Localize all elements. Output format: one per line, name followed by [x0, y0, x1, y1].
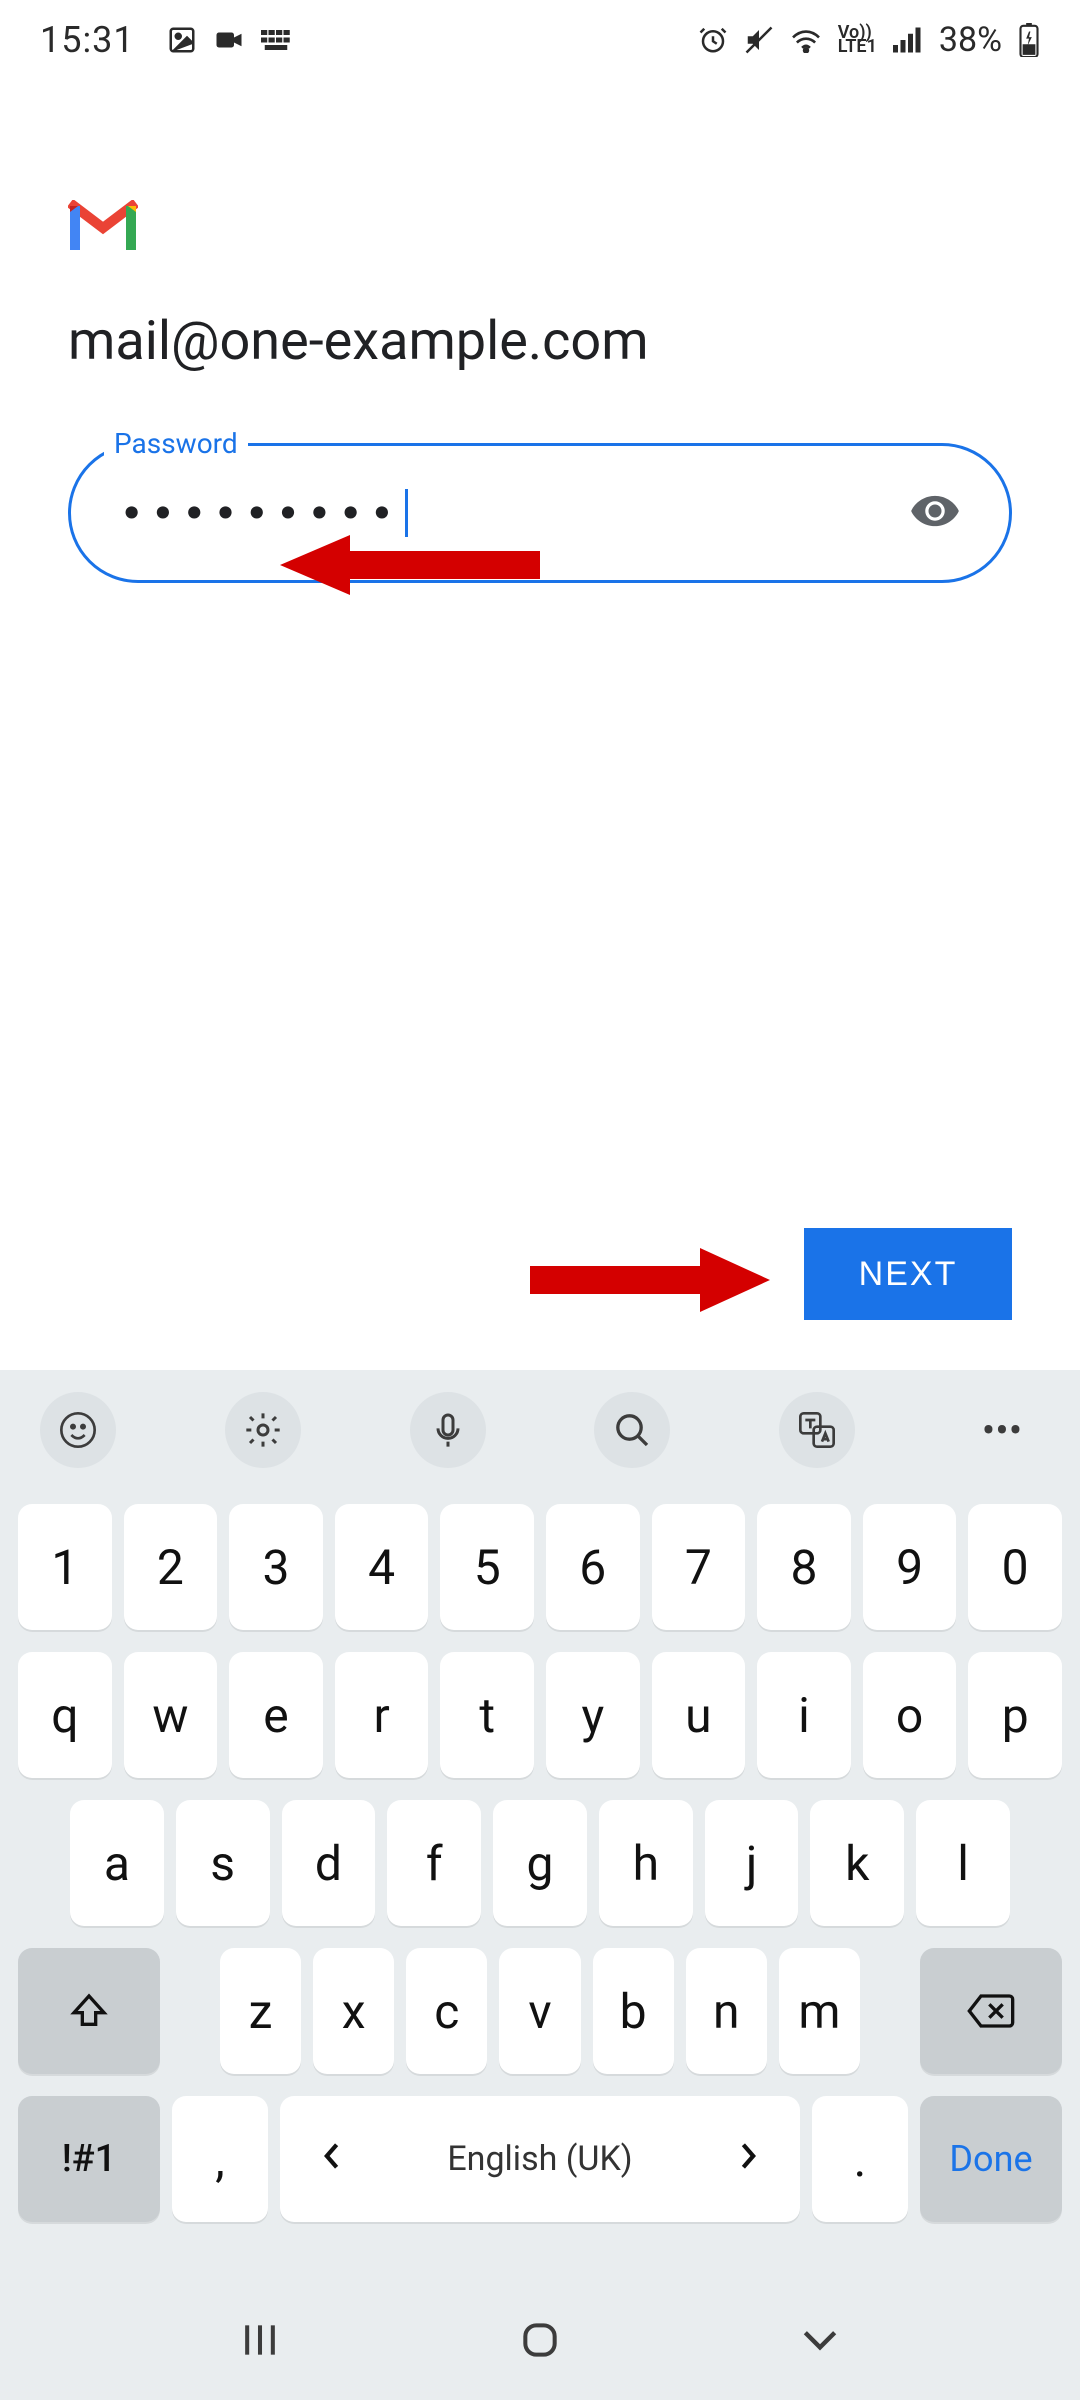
- key-2[interactable]: 2: [124, 1504, 218, 1630]
- emoji-icon[interactable]: [40, 1392, 116, 1468]
- account-email: mail@one-example.com: [68, 310, 1012, 373]
- space-language-label: English (UK): [447, 2139, 632, 2179]
- annotation-arrow-icon: [280, 530, 540, 604]
- search-icon[interactable]: [594, 1392, 670, 1468]
- keyboard-row-1: 1 2 3 4 5 6 7 8 9 0: [18, 1504, 1062, 1630]
- password-input[interactable]: •••••••••: [68, 443, 1012, 583]
- gear-icon[interactable]: [225, 1392, 301, 1468]
- key-n[interactable]: n: [686, 1948, 767, 2074]
- mute-icon: [744, 25, 774, 55]
- key-period[interactable]: .: [812, 2096, 908, 2222]
- keyboard-indicator-icon: [261, 28, 291, 52]
- key-g[interactable]: g: [493, 1800, 587, 1926]
- nav-recents-icon[interactable]: [220, 2310, 300, 2370]
- key-space[interactable]: English (UK): [280, 2096, 800, 2222]
- key-backspace[interactable]: [920, 1948, 1062, 2074]
- password-label: Password: [104, 427, 248, 460]
- key-y[interactable]: y: [546, 1652, 640, 1778]
- keyboard-row-3: a s d f g h j k l: [18, 1800, 1062, 1926]
- mic-icon[interactable]: [410, 1392, 486, 1468]
- key-done[interactable]: Done: [920, 2096, 1062, 2222]
- key-3[interactable]: 3: [229, 1504, 323, 1630]
- key-5[interactable]: 5: [440, 1504, 534, 1630]
- key-w[interactable]: w: [124, 1652, 218, 1778]
- key-1[interactable]: 1: [18, 1504, 112, 1630]
- key-i[interactable]: i: [757, 1652, 851, 1778]
- nav-bar: [0, 2280, 1080, 2400]
- keyboard-row-4: z x c v b n m: [18, 1948, 1062, 2074]
- nav-home-icon[interactable]: [500, 2310, 580, 2370]
- key-a[interactable]: a: [70, 1800, 164, 1926]
- status-bar: 15:31 Vo))LTE1 38%: [0, 0, 1080, 80]
- keyboard-row-2: q w e r t y u i o p: [18, 1652, 1062, 1778]
- key-k[interactable]: k: [810, 1800, 904, 1926]
- key-b[interactable]: b: [593, 1948, 674, 2074]
- key-9[interactable]: 9: [863, 1504, 957, 1630]
- key-4[interactable]: 4: [335, 1504, 429, 1630]
- more-icon[interactable]: •••: [964, 1392, 1040, 1468]
- wifi-icon: [790, 27, 822, 53]
- key-l[interactable]: l: [916, 1800, 1010, 1926]
- key-m[interactable]: m: [779, 1948, 860, 2074]
- nav-back-icon[interactable]: [780, 2310, 860, 2370]
- video-icon: [213, 25, 245, 55]
- key-8[interactable]: 8: [757, 1504, 851, 1630]
- key-0[interactable]: 0: [968, 1504, 1062, 1630]
- key-shift[interactable]: [18, 1948, 160, 2074]
- key-v[interactable]: v: [499, 1948, 580, 2074]
- key-z[interactable]: z: [220, 1948, 301, 2074]
- key-comma[interactable]: ,: [172, 2096, 268, 2222]
- keyboard-toolbar: •••: [0, 1370, 1080, 1490]
- key-q[interactable]: q: [18, 1652, 112, 1778]
- key-c[interactable]: c: [406, 1948, 487, 2074]
- key-f[interactable]: f: [387, 1800, 481, 1926]
- battery-percent: 38%: [939, 20, 1002, 60]
- key-o[interactable]: o: [863, 1652, 957, 1778]
- battery-icon: [1018, 23, 1040, 57]
- key-d[interactable]: d: [282, 1800, 376, 1926]
- soft-keyboard: ••• 1 2 3 4 5 6 7 8 9 0 q w e r t y u i …: [0, 1370, 1080, 2400]
- alarm-icon: [698, 25, 728, 55]
- key-e[interactable]: e: [229, 1652, 323, 1778]
- password-field-wrap: Password •••••••••: [68, 443, 1012, 583]
- chevron-left-icon: [320, 2139, 342, 2179]
- annotation-arrow-icon: [530, 1243, 770, 1321]
- key-symbols[interactable]: !#1: [18, 2096, 160, 2222]
- key-6[interactable]: 6: [546, 1504, 640, 1630]
- signal-icon: [893, 27, 923, 53]
- chevron-right-icon: [738, 2139, 760, 2179]
- key-7[interactable]: 7: [652, 1504, 746, 1630]
- keyboard-row-5: !#1 , English (UK) . Done: [18, 2096, 1062, 2222]
- translate-icon[interactable]: [779, 1392, 855, 1468]
- status-time: 15:31: [40, 19, 135, 61]
- next-button[interactable]: NEXT: [804, 1228, 1012, 1320]
- key-p[interactable]: p: [968, 1652, 1062, 1778]
- key-u[interactable]: u: [652, 1652, 746, 1778]
- show-password-icon[interactable]: [909, 485, 961, 541]
- key-x[interactable]: x: [313, 1948, 394, 2074]
- key-s[interactable]: s: [176, 1800, 270, 1926]
- key-j[interactable]: j: [705, 1800, 799, 1926]
- picture-icon: [167, 25, 197, 55]
- gmail-logo-icon: [68, 200, 138, 250]
- key-h[interactable]: h: [599, 1800, 693, 1926]
- key-r[interactable]: r: [335, 1652, 429, 1778]
- key-t[interactable]: t: [440, 1652, 534, 1778]
- volte-icon: Vo))LTE1: [838, 26, 877, 54]
